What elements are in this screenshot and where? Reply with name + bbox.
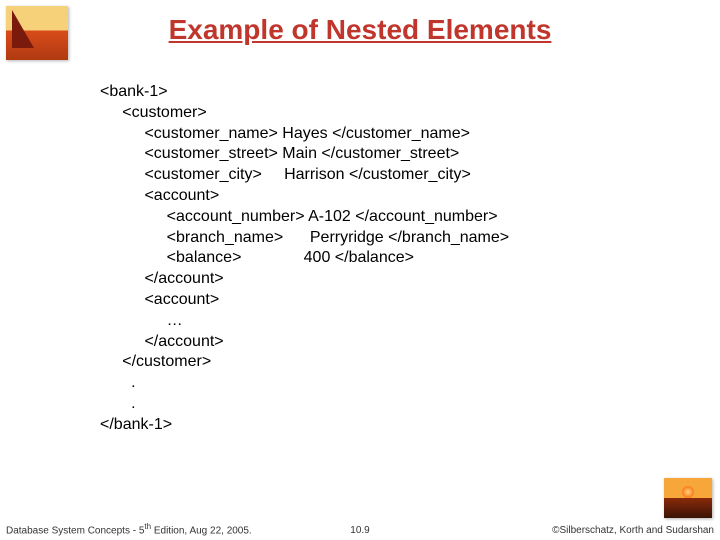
code-block: <bank-1> <customer> <customer_name> Haye… bbox=[100, 82, 680, 436]
code-line: <account> bbox=[100, 186, 680, 207]
code-line: </bank-1> bbox=[100, 415, 680, 436]
code-line: <customer> bbox=[100, 103, 680, 124]
slide: Example of Nested Elements <bank-1> <cus… bbox=[0, 0, 720, 540]
sunset-water-image bbox=[664, 478, 712, 518]
code-line: <branch_name> Perryridge </branch_name> bbox=[100, 228, 680, 249]
code-line: <customer_city> Harrison </customer_city… bbox=[100, 165, 680, 186]
code-line: . bbox=[100, 373, 680, 394]
code-line: <bank-1> bbox=[100, 82, 680, 103]
code-line: <account_number> A-102 </account_number> bbox=[100, 207, 680, 228]
code-line: . bbox=[100, 394, 680, 415]
code-line: </customer> bbox=[100, 352, 680, 373]
code-line: </account> bbox=[100, 332, 680, 353]
slide-title: Example of Nested Elements bbox=[0, 14, 720, 46]
code-line: <account> bbox=[100, 290, 680, 311]
code-line: <balance> 400 </balance> bbox=[100, 248, 680, 269]
code-line: … bbox=[100, 311, 680, 332]
code-line: <customer_name> Hayes </customer_name> bbox=[100, 124, 680, 145]
code-line: </account> bbox=[100, 269, 680, 290]
footer-copyright: ©Silberschatz, Korth and Sudarshan bbox=[552, 525, 714, 536]
code-line: <customer_street> Main </customer_street… bbox=[100, 144, 680, 165]
